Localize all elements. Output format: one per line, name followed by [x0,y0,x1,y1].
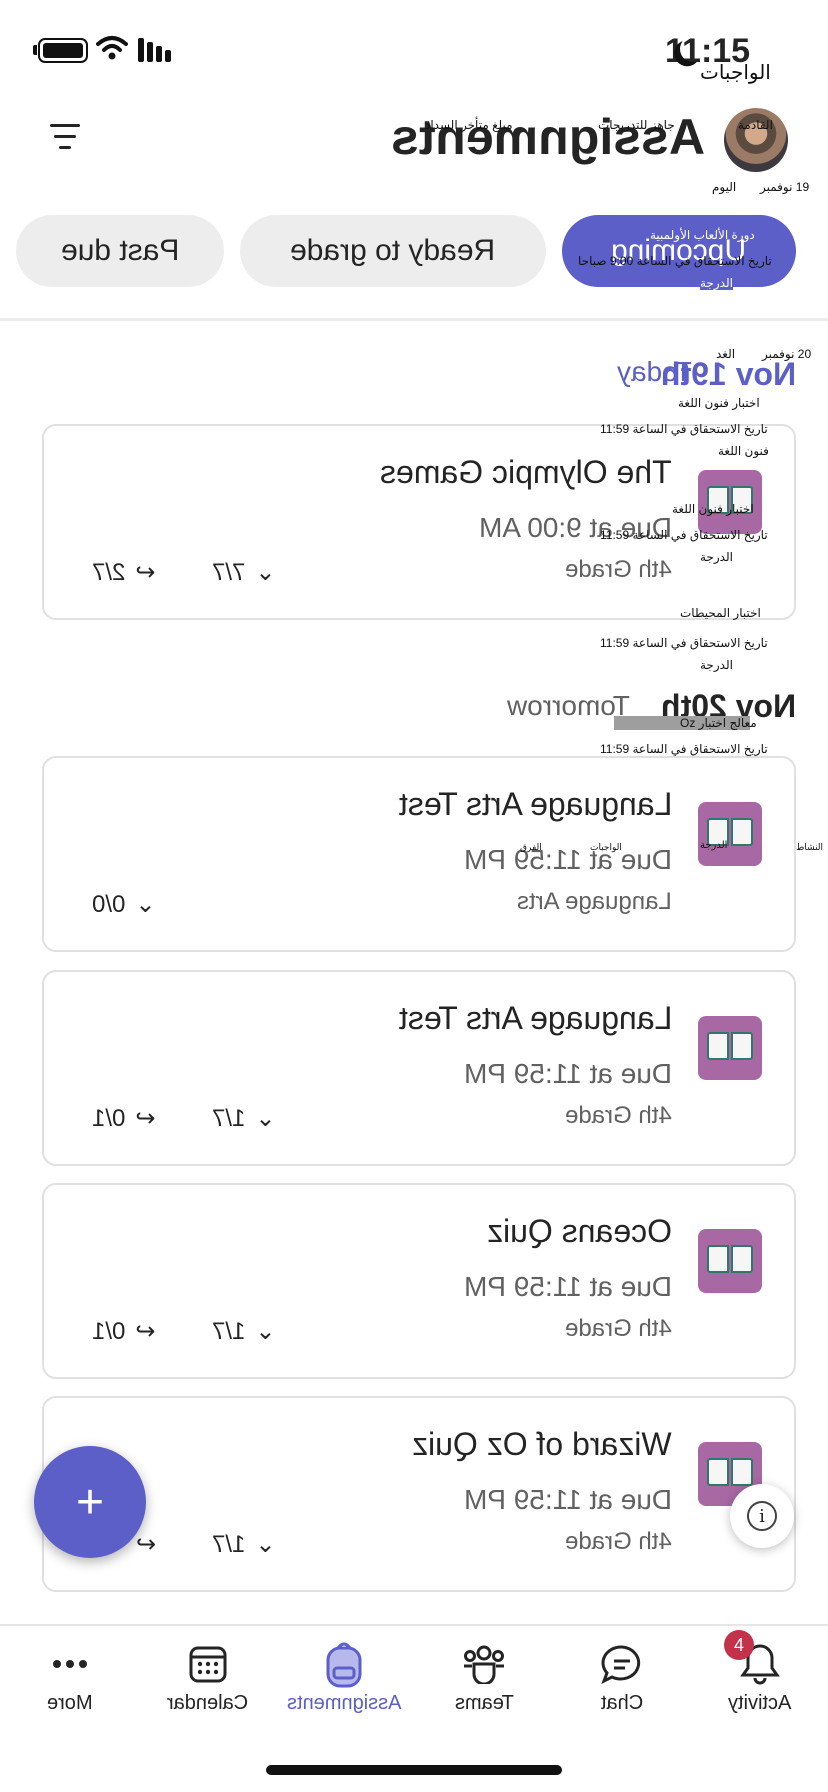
overlay-tomorrow: الغد [716,347,736,361]
overlay-date20: 20 نوفمبر [762,347,812,361]
overlay-due-2: تاريخ الاستحقاق في الساعة 11:59 [600,528,768,542]
plus-icon: + [75,1475,105,1529]
teams-icon [462,1640,506,1688]
chat-icon [601,1640,643,1688]
overlay-grade-4: الدرجة [700,840,728,851]
card-due: Due at 11:59 PM [463,1058,672,1089]
filter-button[interactable] [46,122,86,152]
card-title: Language Arts Test [398,786,672,822]
add-assignment-button[interactable]: + [34,1446,146,1558]
overlay-grade-2: الدرجة [700,658,733,672]
chevron-down-icon: ⌄ [255,1318,276,1345]
return-arrow-icon: ↪ [135,1318,156,1345]
tab-upcoming[interactable]: Upcoming [562,215,796,287]
nav-item-teams[interactable]: Teams [414,1640,554,1730]
section-relative-tomorrow: Tomorrow [507,690,630,721]
overlay-due-3: تاريخ الاستحقاق في الساعة 11:59 [600,636,768,650]
overlay-date: 19 نوفمبر [760,180,810,194]
card-due: Due at 11:59 PM [463,1271,672,1302]
card-class: Language Arts [517,888,672,915]
tab-ready-to-grade[interactable]: Ready to grade [240,215,546,287]
overlay-today: اليوم [712,180,737,194]
return-arrow-icon: ↪ [135,1105,156,1132]
overlay-oceans: اختبار المحيطات [680,606,761,620]
returned-stat: 2/7 ↪ [92,558,156,587]
assignment-card[interactable]: Wizard of Oz Quiz Due at 11:59 PM 4th Gr… [42,1396,796,1592]
assignment-card[interactable]: Language Arts Test Due at 11:59 PM Langu… [42,756,796,952]
book-icon [698,802,762,866]
nav-item-calendar[interactable]: Calendar [138,1640,278,1730]
assignment-card[interactable]: The Olympic Games Due at 9:00 AM 4th Gra… [42,424,796,620]
overlay-due-1: تاريخ الاستحقاق في الساعة 11:59 [600,422,768,436]
card-title: Oceans Quiz [487,1213,672,1249]
nav-item-activity[interactable]: Activity [690,1640,828,1730]
card-title: Language Arts Test [398,1000,672,1036]
chevron-down-icon: ⌄ [255,559,276,586]
card-class: 4th Grade [565,556,672,583]
returned-stat: ↪ [136,1530,156,1559]
overlay-activity: النشاط [796,842,824,852]
status-subtitle: الواجبات [700,62,771,84]
calendar-icon [189,1640,227,1688]
chevron-down-icon: ⌄ [135,891,156,918]
assignment-card[interactable]: Oceans Quiz Due at 11:59 PM 4th Grade 1/… [42,1183,796,1379]
divider [0,318,828,321]
backpack-icon [325,1640,363,1688]
battery-tip [33,45,37,55]
wifi-icon [96,36,128,60]
nav-divider [0,1624,828,1626]
overlay-la: فنون اللغة [718,444,769,458]
battery-icon [38,38,88,63]
page-title: Assignments [391,109,705,165]
chevron-down-icon: ⌄ [255,1105,276,1132]
home-indicator[interactable] [266,1765,562,1775]
book-icon [698,1229,762,1293]
turned-in-stat: 7/7 ⌄ [212,558,276,587]
tab-past-due[interactable]: Past due [16,215,224,287]
card-class: 4th Grade [565,1102,672,1129]
returned-stat: 0/1 ↪ [92,1104,156,1133]
info-button[interactable]: i [730,1484,794,1548]
turned-in-stat: 1/7 ⌄ [212,1317,276,1346]
return-arrow-icon: ↪ [135,559,156,586]
overlay-ready: جاهز للتدريجات [598,118,675,132]
card-due: Due at 11:59 PM [463,844,672,875]
nav-item-assignments[interactable]: Assignments [274,1640,414,1730]
overlay-past-due: مبلغ متأخر السداد [425,118,513,132]
overlay-teams-small: الفرق [520,842,542,852]
overlay-upcoming-3: الدرجة [700,276,733,290]
nav-item-more[interactable]: More [0,1640,140,1730]
returned-stat: 0/1 ↪ [92,1317,156,1346]
overlay-assign-small: الواجبات [590,842,622,852]
overlay-grade-1: الدرجة [700,550,733,564]
turned-in-stat: 1/7 ⌄ [212,1104,276,1133]
overlay-upcoming-1: دورة الألعاب الأولمبية [650,228,755,242]
nav-item-chat[interactable]: Chat [552,1640,692,1730]
activity-badge: 4 [724,1630,754,1660]
avatar-caption: القادمة [738,118,773,132]
signal-icon [138,38,171,62]
card-due: Due at 11:59 PM [463,1484,672,1515]
turned-in-stat: 0/0 ⌄ [92,890,156,919]
more-icon [52,1640,88,1688]
overlay-due-4: تاريخ الاستحقاق في الساعة 11:59 [600,742,768,756]
section-relative-today: Today [617,356,692,387]
book-icon [698,1016,762,1080]
return-arrow-icon: ↪ [136,1531,157,1558]
card-title: The Olympic Games [380,454,672,490]
overlay-oz: معالج اختبار Oz [680,716,757,730]
card-class: 4th Grade [565,1528,672,1555]
assignment-card[interactable]: Language Arts Test Due at 11:59 PM 4th G… [42,970,796,1166]
overlay-la-test-1: اختبار فنون اللغة [678,396,760,410]
overlay-upcoming-2: تاريخ الاستحقاق في الساعة 9:00 صباحا [578,254,772,268]
chevron-down-icon: ⌄ [255,1531,276,1558]
turned-in-stat: 1/7 ⌄ [212,1530,276,1559]
info-icon: i [747,1501,777,1531]
card-title: Wizard of Oz Quiz [412,1426,672,1462]
overlay-la-test-2: اختبار فنون اللغة [672,502,754,516]
card-class: 4th Grade [565,1315,672,1342]
